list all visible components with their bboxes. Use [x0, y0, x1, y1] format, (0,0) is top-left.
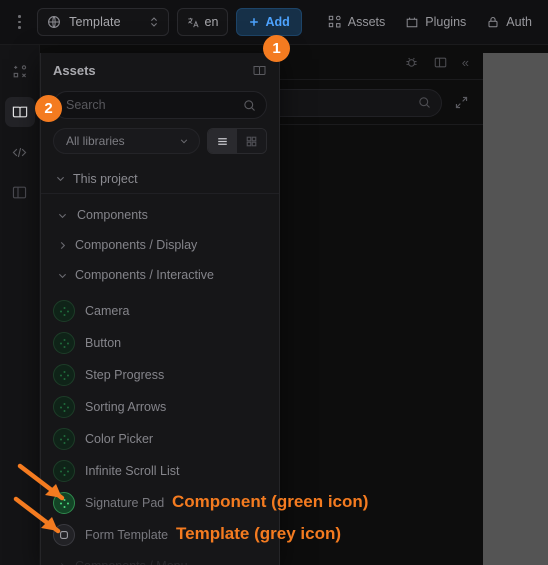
list-item-label: Button — [85, 336, 122, 350]
list-view-button[interactable] — [208, 129, 237, 153]
grid-view-icon — [245, 135, 258, 148]
nav-item-auth[interactable]: Auth — [480, 8, 538, 36]
book-library-icon[interactable] — [252, 63, 267, 78]
language-label: en — [204, 15, 219, 29]
tree-group-this-project-label: This project — [73, 171, 138, 186]
chevron-right-icon — [55, 240, 69, 251]
tree-group-components-interactive[interactable]: Components / Interactive — [41, 260, 279, 290]
tree-group-components-display[interactable]: Components / Display — [41, 230, 279, 260]
annotation-label-component: Component (green icon) — [172, 492, 369, 511]
component-icon — [53, 364, 75, 386]
list-view-icon — [216, 135, 229, 148]
annotation-label-template: Template (grey icon) — [176, 524, 341, 543]
rail-item-code[interactable] — [5, 137, 35, 167]
search-placeholder: Search — [66, 98, 106, 112]
tree-group-components-interactive-label: Components / Interactive — [75, 268, 214, 282]
nav-item-plugins-label: Plugins — [425, 15, 467, 29]
component-icon — [53, 300, 75, 322]
component-icon — [53, 396, 75, 418]
canvas-area[interactable] — [483, 53, 548, 565]
assets-filter-row: All libraries — [41, 119, 279, 154]
tree-group-components-menu[interactable]: Components / Menu — [41, 551, 279, 565]
library-filter-select[interactable]: All libraries — [53, 128, 200, 154]
tree-group-components-label: Components — [77, 208, 148, 222]
nav-item-assets-label: Assets — [347, 15, 386, 29]
bug-icon[interactable] — [404, 55, 419, 70]
project-type-select[interactable]: Template — [37, 8, 169, 36]
chevron-right-icon — [55, 561, 69, 565]
shapes-icon — [328, 15, 342, 29]
list-item[interactable]: Button — [41, 327, 279, 359]
split-panel-icon[interactable] — [433, 55, 448, 70]
nav-item-assets[interactable]: Assets — [322, 8, 392, 36]
tree-group-components-menu-label: Components / Menu — [75, 559, 188, 565]
list-item[interactable]: Step Progress — [41, 359, 279, 391]
list-item-label: Signature Pad — [85, 496, 165, 510]
assets-panel-header: Assets — [41, 53, 279, 87]
list-item-label: Sorting Arrows — [85, 400, 167, 414]
list-item-label: Camera — [85, 304, 130, 318]
list-item-label: Color Picker — [85, 432, 154, 446]
plus-icon — [248, 16, 260, 28]
search-input[interactable]: Search — [53, 91, 267, 119]
chevron-down-icon — [55, 210, 69, 221]
globe-icon — [47, 15, 61, 29]
annotation-badge-2: 2 — [35, 95, 62, 122]
nav-item-auth-label: Auth — [506, 15, 532, 29]
assets-panel-title: Assets — [53, 62, 96, 78]
tree-group-components[interactable]: Components — [41, 200, 279, 230]
app-root: Template en Add Assets Plugins Auth « As… — [0, 0, 548, 565]
add-button[interactable]: Add — [236, 8, 302, 36]
book-library-icon — [11, 103, 29, 121]
chevron-down-icon — [179, 136, 189, 146]
list-item[interactable]: Camera — [41, 295, 279, 327]
chevron-updown-icon — [149, 16, 159, 28]
kebab-menu-icon[interactable] — [10, 9, 29, 35]
component-icon — [53, 332, 75, 354]
list-item[interactable]: Color Picker — [41, 423, 279, 455]
project-type-label: Template — [69, 15, 121, 29]
annotation-badge-1: 1 — [263, 35, 290, 62]
chevron-down-icon — [55, 270, 69, 281]
tree-group-this-project[interactable]: This project — [41, 164, 279, 194]
assets-search-wrapper: Search — [41, 87, 279, 119]
search-icon — [418, 96, 431, 109]
tree-group-components-display-label: Components / Display — [75, 238, 198, 252]
grid-view-button[interactable] — [237, 129, 266, 153]
layout-panel-icon — [11, 184, 28, 201]
component-icon — [53, 428, 75, 450]
rail-item-library[interactable] — [4, 97, 35, 127]
annotation-arrow-template — [13, 496, 61, 534]
translate-icon — [187, 16, 200, 29]
code-icon — [11, 144, 28, 161]
add-shape-icon — [12, 64, 28, 80]
rail-item-layout[interactable] — [5, 177, 35, 207]
list-item-label: Infinite Scroll List — [85, 464, 180, 478]
expand-diagonal-icon[interactable] — [454, 95, 469, 110]
add-button-label: Add — [265, 15, 290, 29]
nav-item-plugins[interactable]: Plugins — [399, 8, 472, 36]
search-icon — [243, 99, 256, 112]
language-select[interactable]: en — [176, 8, 229, 36]
list-item-label: Step Progress — [85, 368, 165, 382]
list-item[interactable]: Sorting Arrows — [41, 391, 279, 423]
rail-item-add-shape[interactable] — [5, 57, 35, 87]
list-item-label: Form Template — [85, 528, 169, 542]
collapse-left-icon[interactable]: « — [462, 56, 469, 69]
library-filter-label: All libraries — [66, 134, 125, 148]
plugin-icon — [405, 15, 419, 29]
view-toggle-group — [207, 128, 267, 154]
chevron-down-icon — [53, 173, 67, 184]
lock-icon — [486, 15, 500, 29]
